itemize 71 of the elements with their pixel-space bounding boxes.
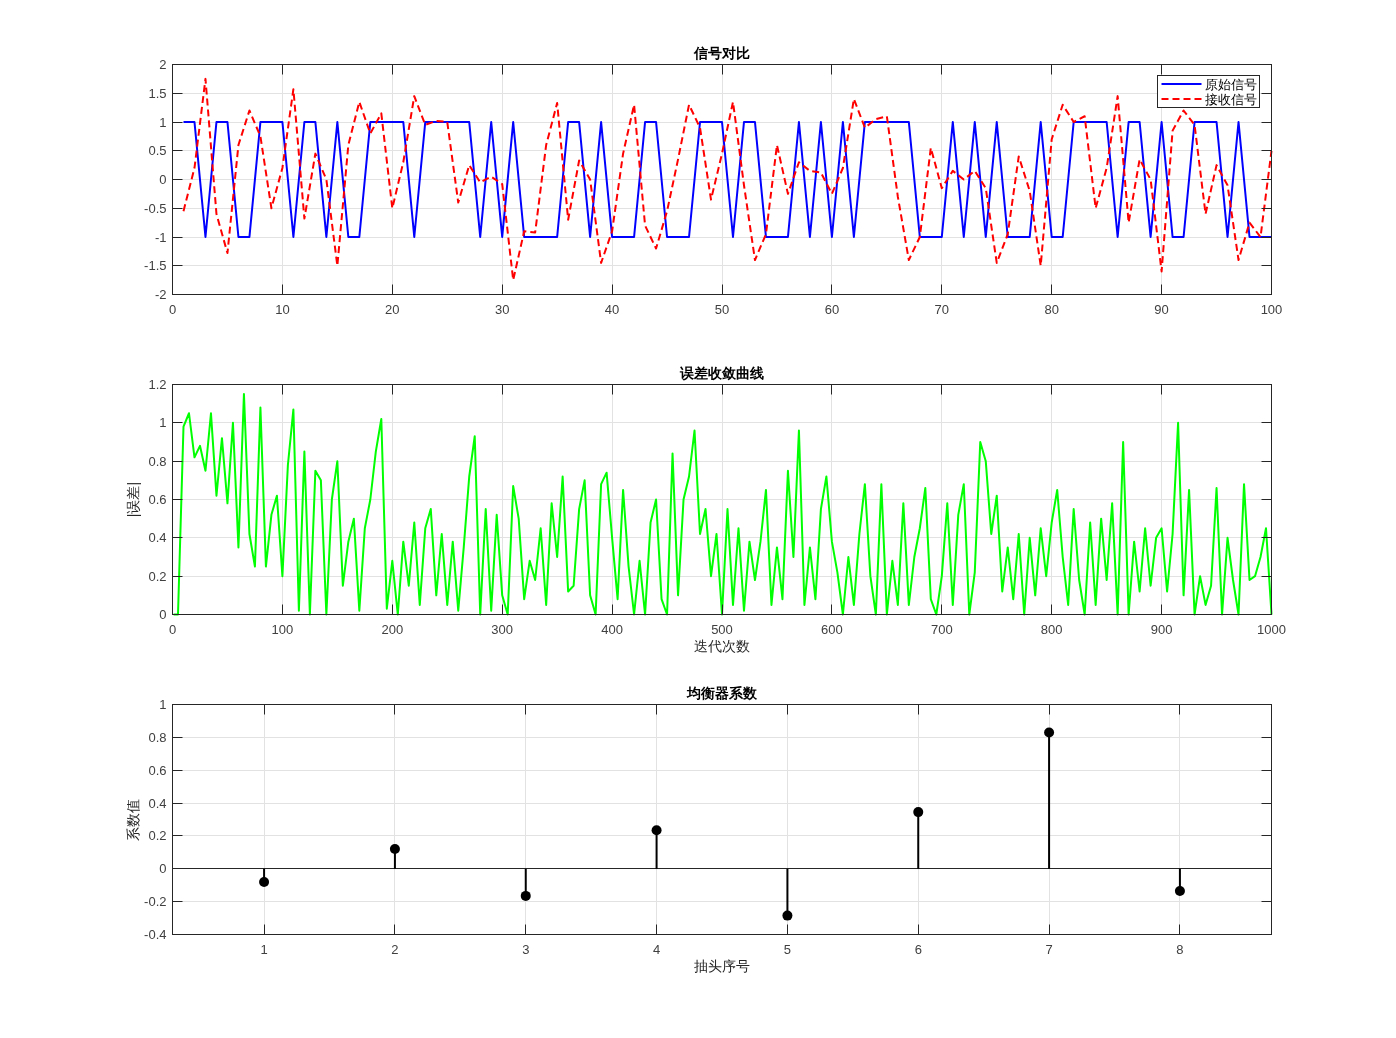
tick-label: 1 xyxy=(159,114,167,130)
tick-label: 1.5 xyxy=(148,85,167,101)
point xyxy=(651,825,662,836)
tick-label: 2 xyxy=(391,941,399,957)
tick-label: 7 xyxy=(1045,941,1053,957)
tick-label: 0 xyxy=(159,172,167,187)
tick-label: 0 xyxy=(159,861,167,877)
y-axis-label: |误差| xyxy=(125,481,141,518)
tick-label: 200 xyxy=(381,621,404,637)
tick-label: 60 xyxy=(824,301,840,317)
tick-label: 0.6 xyxy=(148,762,167,778)
tick-label: 0.4 xyxy=(148,530,167,546)
tick-label: 0.6 xyxy=(148,492,167,507)
tick-label: -0.5 xyxy=(144,200,167,216)
tick-label: 0.2 xyxy=(148,828,167,844)
tick-label: 4 xyxy=(652,941,661,957)
tick-label: 0 xyxy=(168,621,177,637)
point xyxy=(1044,727,1055,738)
chart-title: 误差收敛曲线 xyxy=(680,364,764,381)
tick-label: 10 xyxy=(275,301,290,317)
tick-label: -2 xyxy=(154,287,167,302)
x-axis-label: 抽头序号 xyxy=(694,957,750,974)
x-axis-label: 迭代次数 xyxy=(694,637,750,654)
tick-label: 30 xyxy=(494,301,510,317)
legend-label: 原始信号 xyxy=(1204,76,1257,92)
tick-label: 0 xyxy=(168,301,177,317)
tick-label: -0.4 xyxy=(144,927,167,942)
tick-label: 600 xyxy=(821,621,843,637)
legend-label: 接收信号 xyxy=(1204,91,1257,107)
tick-label: -1.5 xyxy=(144,258,167,274)
tick-label: 40 xyxy=(604,301,620,317)
tick-label: 700 xyxy=(930,621,953,637)
tick-label: 0.5 xyxy=(148,143,167,159)
point xyxy=(913,807,924,818)
tick-label: 400 xyxy=(601,621,623,637)
tick-label: 1.2 xyxy=(148,377,167,392)
tick-label: 50 xyxy=(714,301,730,317)
tick-label: -1 xyxy=(154,229,167,245)
tick-label: 2 xyxy=(159,57,167,72)
tick-label: 0.8 xyxy=(148,729,167,745)
tick-label: -0.2 xyxy=(144,894,167,910)
tick-label: 100 xyxy=(271,621,294,637)
tick-label: 3 xyxy=(522,941,530,957)
tick-label: 80 xyxy=(1044,301,1059,317)
point xyxy=(389,844,400,855)
tick-label: 500 xyxy=(711,621,733,637)
tick-label: 900 xyxy=(1150,621,1173,637)
tick-label: 20 xyxy=(385,301,400,317)
tick-label: 1 xyxy=(159,697,167,712)
tick-label: 100 xyxy=(1260,301,1283,317)
chart-title: 信号对比 xyxy=(694,44,750,61)
point xyxy=(1174,885,1185,896)
point xyxy=(782,910,793,921)
tick-label: 1 xyxy=(159,415,167,431)
tick-label: 1000 xyxy=(1257,621,1286,637)
point xyxy=(520,890,531,901)
tick-label: 70 xyxy=(934,301,950,317)
tick-label: 300 xyxy=(491,621,514,637)
y-axis-label: 系数值 xyxy=(125,798,141,841)
tick-label: 90 xyxy=(1154,301,1169,317)
chart-title: 均衡器系数 xyxy=(687,684,757,701)
tick-label: 8 xyxy=(1176,941,1184,957)
tick-label: 0.2 xyxy=(148,568,167,584)
tick-label: 6 xyxy=(914,941,922,957)
point xyxy=(259,876,270,887)
tick-label: 0.8 xyxy=(148,453,167,469)
tick-label: 5 xyxy=(783,941,792,957)
tick-label: 1 xyxy=(260,941,268,957)
tick-label: 800 xyxy=(1040,621,1063,637)
tick-label: 0 xyxy=(159,607,167,622)
tick-label: 0.4 xyxy=(148,795,167,811)
